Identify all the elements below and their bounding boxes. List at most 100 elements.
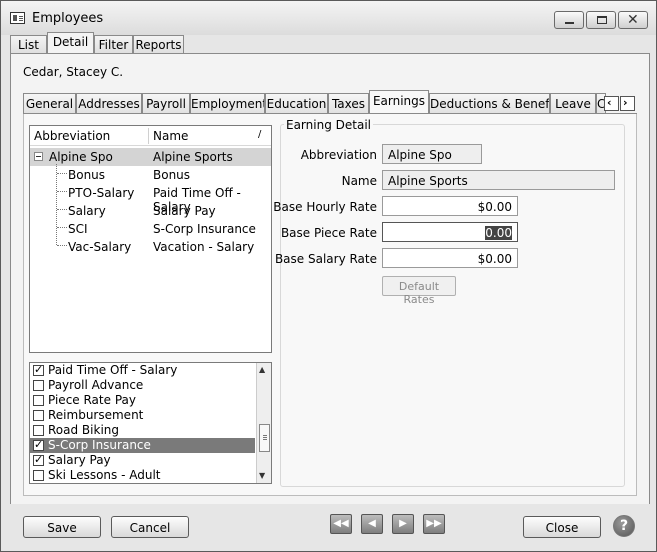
column-header-abbreviation[interactable]: Abbreviation xyxy=(34,129,110,143)
tree-abbr: Salary xyxy=(68,204,106,218)
tree-row-parent[interactable]: Alpine Spo Alpine Sports xyxy=(30,148,271,166)
tree-row[interactable]: Vac-Salary Vacation - Salary xyxy=(30,238,271,256)
tab-leave[interactable]: Leave xyxy=(550,93,596,113)
tree-row[interactable]: Bonus Bonus xyxy=(30,166,271,184)
tab-reports[interactable]: Reports xyxy=(133,35,184,54)
previous-record-icon: ◀ xyxy=(368,518,376,529)
name-field: Alpine Sports xyxy=(382,170,615,190)
checkbox[interactable] xyxy=(33,438,44,451)
first-record-icon: ◀◀ xyxy=(333,518,349,529)
scroll-up-icon[interactable]: ▲ xyxy=(259,365,265,374)
tab-education[interactable]: Education xyxy=(265,93,328,113)
checkbox[interactable] xyxy=(33,453,44,466)
maximize-button[interactable] xyxy=(586,11,616,29)
tree-abbr: SCI xyxy=(68,222,88,236)
checkbox[interactable] xyxy=(33,395,44,406)
earnings-tree[interactable]: Abbreviation Name / Alpine Spo Alpine Sp… xyxy=(29,125,272,353)
base-hourly-rate-input[interactable]: $0.00 xyxy=(382,196,518,216)
abbreviation-field: Alpine Spo xyxy=(382,144,482,164)
previous-record-button[interactable]: ◀ xyxy=(361,514,383,534)
list-item-label: Road Biking xyxy=(48,423,119,437)
employee-card-icon xyxy=(10,12,25,24)
tab-filter[interactable]: Filter xyxy=(94,35,133,54)
tab-earnings[interactable]: Earnings xyxy=(369,90,429,114)
list-item-label: Reimbursement xyxy=(48,408,144,422)
tab-scroll-left-button[interactable]: ‹ xyxy=(604,96,619,111)
chevron-left-icon: ‹ xyxy=(607,96,612,109)
tree-row[interactable]: SCI S-Corp Insurance xyxy=(30,220,271,238)
next-record-icon: ▶ xyxy=(399,518,407,529)
close-icon: ✕ xyxy=(627,12,639,28)
last-record-icon: ▶▶ xyxy=(426,518,442,529)
list-item-label: Payroll Advance xyxy=(48,378,144,392)
list-item-label: Piece Rate Pay xyxy=(48,393,136,407)
checkbox[interactable] xyxy=(33,380,44,391)
tab-employment[interactable]: Employment xyxy=(190,93,265,113)
tree-abbr: Bonus xyxy=(68,168,106,182)
scroll-thumb[interactable] xyxy=(259,424,270,452)
column-separator xyxy=(148,128,149,144)
list-item-selected[interactable]: S-Corp Insurance xyxy=(30,438,255,453)
list-item[interactable]: Road Biking xyxy=(30,423,255,438)
earnings-checklist[interactable]: Paid Time Off - Salary Payroll Advance P… xyxy=(29,362,272,484)
employee-name: Cedar, Stacey C. xyxy=(23,65,124,79)
tree-name: Alpine Sports xyxy=(153,150,233,164)
maximize-icon xyxy=(597,16,607,24)
list-item-label: Ski Lessons - Adult xyxy=(48,468,161,482)
next-record-button[interactable]: ▶ xyxy=(392,514,414,534)
tab-addresses[interactable]: Addresses xyxy=(76,93,142,113)
checklist-scrollbar[interactable]: ▲ ▼ xyxy=(256,363,271,483)
tab-scroll-right-button[interactable]: › xyxy=(620,96,635,111)
tree-abbr: Alpine Spo xyxy=(49,150,113,164)
column-header-name[interactable]: Name xyxy=(153,129,188,143)
abbreviation-label: Abbreviation xyxy=(300,148,377,162)
list-item[interactable]: Ski Lessons - Adult xyxy=(30,468,255,483)
base-piece-rate-input[interactable]: 0.00 xyxy=(382,222,518,242)
tree-name: Vacation - Salary xyxy=(153,240,255,254)
cancel-button[interactable]: Cancel xyxy=(111,516,189,538)
list-item[interactable]: Reimbursement xyxy=(30,408,255,423)
tab-payroll[interactable]: Payroll xyxy=(142,93,190,113)
tab-taxes[interactable]: Taxes xyxy=(328,93,369,113)
base-salary-rate-label: Base Salary Rate xyxy=(274,252,377,266)
tree-name: Bonus xyxy=(153,168,191,182)
list-item-label: Paid Time Off - Salary xyxy=(48,363,178,377)
scroll-down-icon[interactable]: ▼ xyxy=(259,471,265,480)
list-item[interactable]: Piece Rate Pay xyxy=(30,393,255,408)
close-window-button[interactable]: ✕ xyxy=(618,11,648,29)
base-salary-rate-input[interactable]: $0.00 xyxy=(382,248,518,268)
checkbox[interactable] xyxy=(33,425,44,436)
collapse-icon[interactable] xyxy=(34,152,43,161)
sort-icon: / xyxy=(258,129,262,140)
checkbox[interactable] xyxy=(33,470,44,481)
save-button[interactable]: Save xyxy=(23,516,101,538)
tree-row[interactable]: PTO-Salary Paid Time Off - Salary xyxy=(30,184,271,214)
tab-list[interactable]: List xyxy=(10,35,47,54)
tab-general[interactable]: General xyxy=(23,93,76,113)
base-piece-rate-label: Base Piece Rate xyxy=(280,226,377,240)
minimize-icon xyxy=(565,22,574,24)
default-rates-button[interactable]: Default Rates xyxy=(382,276,456,306)
help-icon[interactable]: ? xyxy=(613,515,635,537)
window-title: Employees xyxy=(32,11,104,26)
base-hourly-rate-label: Base Hourly Rate xyxy=(273,200,377,214)
list-item[interactable]: Payroll Advance xyxy=(30,378,255,393)
tree-row[interactable]: Salary Salary Pay xyxy=(30,202,271,220)
close-button[interactable]: Close xyxy=(523,516,601,538)
tree-name: S-Corp Insurance xyxy=(153,222,256,236)
first-record-button[interactable]: ◀◀ xyxy=(330,514,352,534)
minimize-button[interactable] xyxy=(554,11,584,29)
checkbox[interactable] xyxy=(33,363,44,376)
tab-deductions-benefits[interactable]: Deductions & Benefits xyxy=(429,93,550,113)
checkbox[interactable] xyxy=(33,410,44,421)
earning-detail-title: Earning Detail xyxy=(284,118,373,132)
last-record-button[interactable]: ▶▶ xyxy=(423,514,445,534)
tree-abbr: PTO-Salary xyxy=(68,186,135,200)
employees-window: Employees ✕ List Detail Filter Reports C… xyxy=(0,0,657,552)
list-item[interactable]: Paid Time Off - Salary xyxy=(30,363,255,378)
name-label: Name xyxy=(341,174,377,188)
list-item[interactable]: Salary Pay xyxy=(30,453,255,468)
selected-text: 0.00 xyxy=(485,226,512,240)
tab-detail[interactable]: Detail xyxy=(47,32,94,54)
title-bar: Employees ✕ xyxy=(1,1,656,35)
